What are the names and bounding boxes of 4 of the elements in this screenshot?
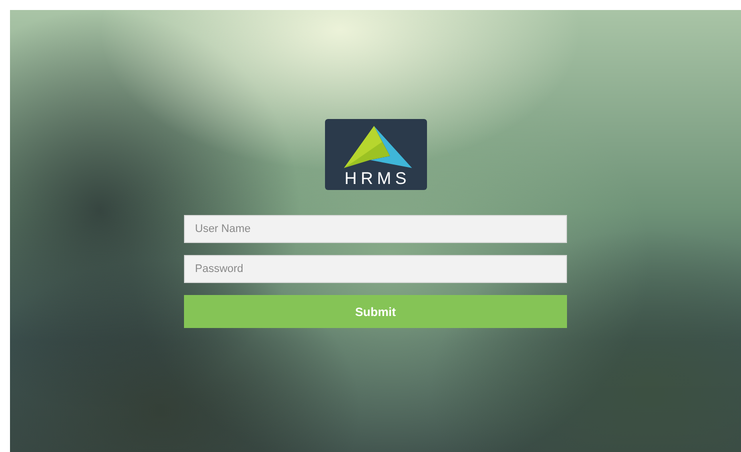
input-field[interactable]: User Name — [184, 215, 567, 243]
submit-button[interactable]: Submit — [184, 295, 567, 328]
input-field[interactable]: Password — [184, 255, 567, 283]
logo-text: HRMS — [344, 170, 411, 188]
